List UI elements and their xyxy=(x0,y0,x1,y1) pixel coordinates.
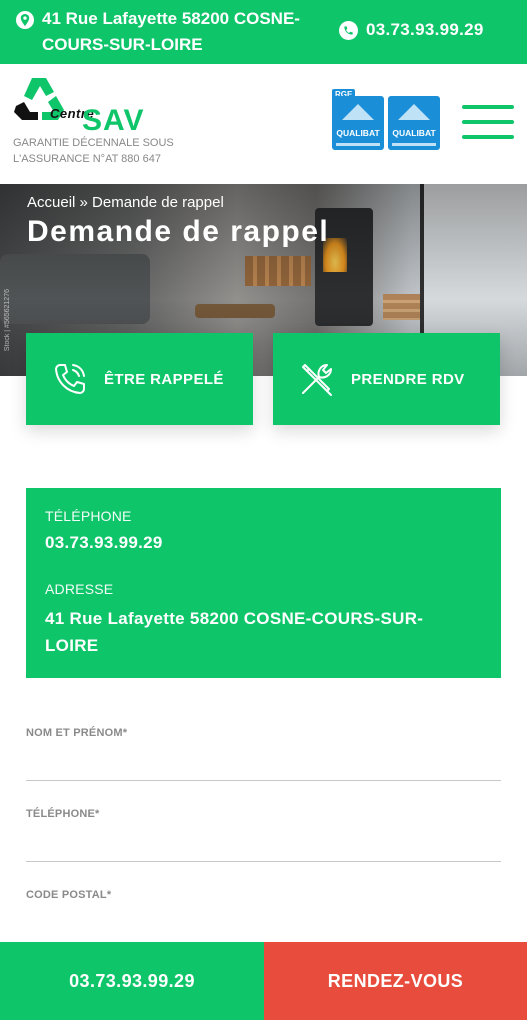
top-phone-link[interactable]: 03.73.93.99.29 xyxy=(339,20,484,40)
qualibat-badge: QUALIBAT xyxy=(388,96,440,150)
location-icon xyxy=(16,11,34,29)
page-title: Demande de rappel xyxy=(27,215,330,248)
house-icon xyxy=(398,104,430,120)
guarantee-text: Garantie décennale sous l'assurance N°AT… xyxy=(13,137,174,165)
appointment-button[interactable]: PRENDRE RDV xyxy=(273,333,500,425)
top-address-text: 41 Rue Lafayette 58200 COSNE-COURS-SUR-L… xyxy=(42,9,300,54)
name-label: NOM ET PRÉNOM* xyxy=(26,727,128,739)
hamburger-menu-icon[interactable] xyxy=(462,105,514,141)
top-address[interactable]: 41 Rue Lafayette 58200 COSNE-COURS-SUR-L… xyxy=(16,6,326,58)
info-phone-label: TÉLÉPHONE xyxy=(45,508,132,524)
postal-code-label: CODE POSTAL* xyxy=(26,889,112,901)
image-credit: Stock | #565621276 xyxy=(4,289,11,352)
bottom-phone-button[interactable]: 03.73.93.99.29 xyxy=(0,942,264,1020)
sticky-bottom-bar: 03.73.93.99.29 RENDEZ-VOUS xyxy=(0,942,527,1020)
info-address-value: 41 Rue Lafayette 58200 COSNE-COURS-SUR-L… xyxy=(45,609,424,655)
bottom-rdv-button[interactable]: RENDEZ-VOUS xyxy=(264,942,527,1020)
phone-icon xyxy=(50,359,90,399)
top-phone-text: 03.73.93.99.29 xyxy=(366,20,484,39)
phone-field: TÉLÉPHONE* xyxy=(26,808,501,862)
logo-sav-text: SAV xyxy=(82,104,145,137)
callback-label: ÊTRE RAPPELÉ xyxy=(104,370,224,388)
tools-icon xyxy=(297,359,337,399)
info-address-label: ADRESSE xyxy=(45,581,114,597)
callback-button[interactable]: ÊTRE RAPPELÉ xyxy=(26,333,253,425)
qualibat-badge-rge: QUALIBAT xyxy=(332,96,384,150)
name-input[interactable] xyxy=(26,747,501,781)
house-icon xyxy=(342,104,374,120)
info-phone-value[interactable]: 03.73.93.99.29 xyxy=(45,529,163,556)
contact-info-box: TÉLÉPHONE 03.73.93.99.29 ADRESSE 41 Rue … xyxy=(26,488,501,678)
breadcrumb[interactable]: Accueil » Demande de rappel xyxy=(27,194,224,211)
postal-code-input[interactable] xyxy=(26,909,501,943)
phone-input[interactable] xyxy=(26,828,501,862)
phone-label: TÉLÉPHONE* xyxy=(26,808,100,820)
top-contact-bar: 41 Rue Lafayette 58200 COSNE-COURS-SUR-L… xyxy=(0,0,527,64)
appointment-label: PRENDRE RDV xyxy=(351,370,465,388)
centre-sav-logo[interactable]: Centre SAV xyxy=(12,76,145,137)
name-field: NOM ET PRÉNOM* xyxy=(26,727,501,781)
site-header: Centre SAV Garantie décennale sous l'ass… xyxy=(0,64,527,184)
phone-icon xyxy=(339,20,358,40)
postal-code-field: CODE POSTAL* xyxy=(26,889,501,943)
